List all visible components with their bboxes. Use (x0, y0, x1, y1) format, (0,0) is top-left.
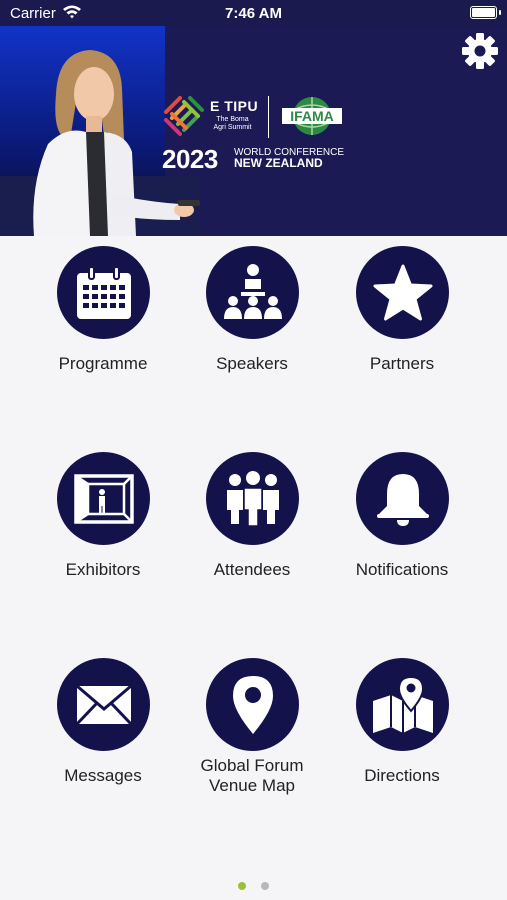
menu-attendees[interactable]: Attendees (172, 442, 332, 612)
menu-speakers[interactable]: Speakers (172, 236, 332, 406)
menu-directions[interactable]: Directions (322, 648, 482, 818)
etipu-logo-mark (164, 96, 204, 136)
menu-notifications[interactable]: Notifications (322, 442, 482, 612)
menu-messages[interactable]: Messages (23, 648, 183, 818)
menu-exhibitors[interactable]: Exhibitors (23, 442, 183, 612)
menu-label: Exhibitors (65, 560, 141, 579)
page-dot-active[interactable] (238, 882, 247, 890)
menu-label: Notifications (355, 560, 449, 579)
people-icon (206, 452, 299, 545)
logo-separator (268, 96, 269, 138)
status-bar: Carrier 7:46 AM (0, 0, 507, 26)
map-icon (356, 658, 449, 751)
partner-logo: IFAMA (280, 96, 344, 138)
page-dot[interactable] (260, 882, 269, 890)
event-banner: E TIPU The Boma Agri Summit IFAMA 2023 W… (0, 26, 507, 236)
menu-label: Global Forum Venue Map (200, 756, 304, 795)
menu-label: Directions (364, 766, 440, 785)
calendar-icon (57, 246, 150, 339)
presenter-icon (206, 246, 299, 339)
battery-tip (499, 10, 501, 15)
menu-programme[interactable]: Programme (23, 236, 183, 406)
gear-icon (462, 33, 498, 69)
status-time: 7:46 AM (225, 5, 282, 22)
menu-venue-map[interactable]: Global Forum Venue Map (172, 648, 332, 818)
envelope-icon (57, 658, 150, 751)
menu-label: Partners (369, 354, 435, 373)
partner-name: IFAMA (290, 108, 334, 124)
brand-name: E TIPU (210, 98, 259, 114)
menu-partners[interactable]: Partners (322, 236, 482, 406)
menu-label: Programme (58, 354, 148, 373)
event-country: NEW ZEALAND (234, 156, 323, 170)
page-indicator (0, 877, 507, 895)
menu-label: Speakers (216, 354, 288, 373)
map-pin-icon (206, 658, 299, 751)
conference-logo: E TIPU The Boma Agri Summit IFAMA 2023 W… (162, 94, 352, 204)
settings-button[interactable] (461, 32, 499, 70)
star-icon (356, 246, 449, 339)
battery-icon (470, 6, 497, 19)
event-year: 2023 (162, 144, 218, 174)
bell-icon (356, 452, 449, 545)
booth-icon (57, 452, 150, 545)
menu-label: Attendees (213, 560, 291, 579)
menu-label: Messages (64, 766, 142, 785)
brand-subtitle: The Boma Agri Summit (213, 116, 252, 131)
